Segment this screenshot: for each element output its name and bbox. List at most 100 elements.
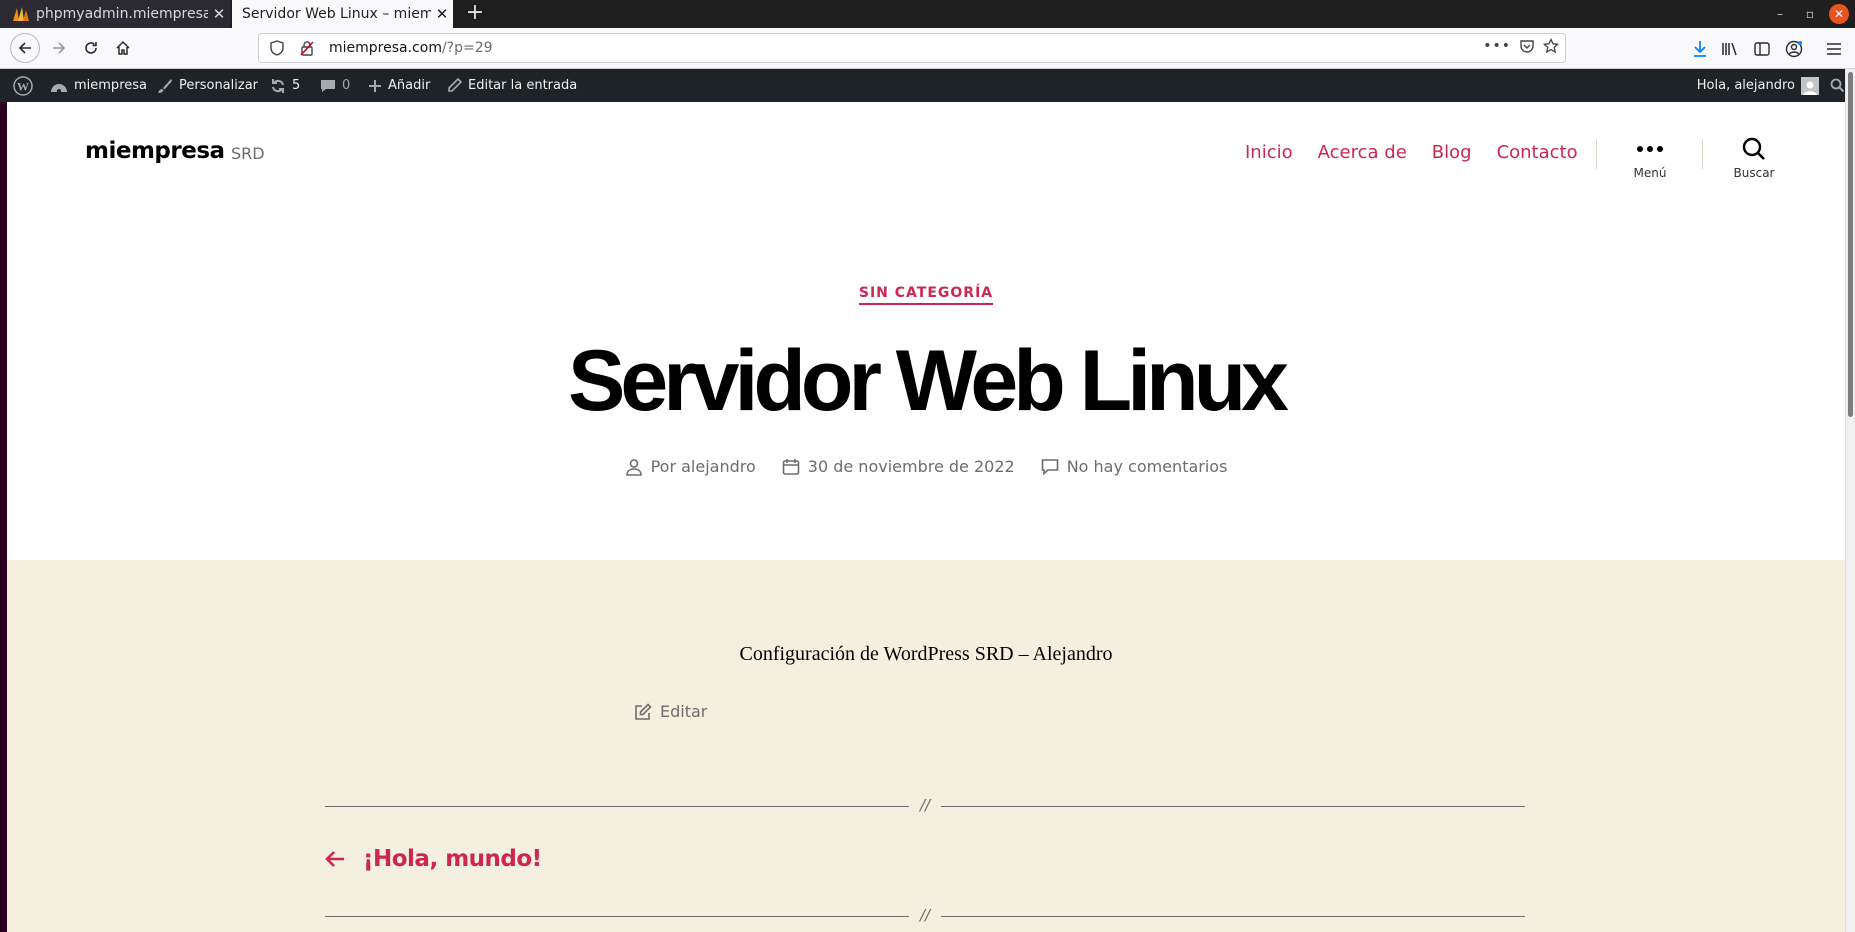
pencil-icon — [448, 78, 462, 92]
comment-bubble-icon — [321, 79, 335, 92]
post-author[interactable]: Por alejandro — [625, 457, 756, 476]
home-button[interactable] — [108, 33, 138, 63]
tab-title: phpmyadmin.miempresa — [36, 6, 208, 22]
scrollbar-thumb[interactable] — [1848, 72, 1853, 417]
page-actions-icon[interactable]: ••• — [1483, 38, 1511, 58]
tab-title: Servidor Web Linux – miempresa — [242, 6, 431, 22]
admin-comments-link[interactable]: 0 — [320, 69, 350, 102]
search-toggle-label: Buscar — [1733, 166, 1775, 180]
comments-text: No hay comentarios — [1066, 457, 1228, 476]
section-divider: // — [325, 796, 1525, 816]
bookmark-star-icon[interactable] — [1542, 37, 1560, 58]
admin-edit-post-link[interactable]: Editar la entrada — [447, 69, 577, 102]
url-host: miempresa.com — [329, 40, 442, 56]
wp-admin-bar: W miempresa Personalizar 5 0 Añadir Edit… — [0, 69, 1855, 102]
url-path: /?p=29 — [441, 40, 493, 56]
divider-line — [325, 916, 909, 917]
edit-label: Editar — [660, 702, 708, 721]
divider-line — [941, 806, 1525, 807]
post-content: Configuración de WordPress SRD – Alejand… — [739, 643, 1113, 665]
desktop-edge — [0, 102, 7, 932]
library-icon[interactable] — [1718, 38, 1742, 60]
header-separator — [1702, 139, 1703, 169]
browser-tab-bar: phpmyadmin.miempresa ✕ Servidor Web Linu… — [0, 0, 1855, 28]
admin-search-icon[interactable] — [1830, 69, 1845, 102]
greeting-text: Hola, alejandro — [1696, 78, 1795, 93]
admin-customize-link[interactable]: Personalizar — [157, 69, 258, 102]
close-window-button[interactable]: ✕ — [1829, 4, 1849, 24]
post-title: Servidor Web Linux — [568, 333, 1289, 429]
downloads-icon[interactable] — [1688, 38, 1712, 60]
dashboard-icon — [51, 83, 67, 93]
author-text: Por alejandro — [650, 457, 756, 476]
admin-updates-link[interactable]: 5 — [270, 69, 300, 102]
site-description: SRD — [231, 144, 265, 163]
close-tab-icon[interactable]: ✕ — [431, 5, 453, 23]
edit-post-link[interactable]: Editar — [634, 702, 707, 721]
post-comments[interactable]: No hay comentarios — [1041, 457, 1228, 476]
phpmyadmin-icon — [12, 5, 30, 23]
edit-icon — [635, 702, 652, 720]
reload-button[interactable] — [76, 33, 106, 63]
divider-slash: // — [919, 796, 931, 814]
url-text: miempresa.com/?p=29 — [329, 40, 493, 56]
divider-line — [941, 916, 1525, 917]
admin-site-name: miempresa — [74, 78, 147, 93]
add-new-label: Añadir — [388, 78, 431, 93]
divider-slash: // — [919, 906, 931, 924]
nav-item-contacto[interactable]: Contacto — [1497, 142, 1578, 163]
shield-icon[interactable] — [265, 40, 289, 56]
wordpress-logo-icon[interactable]: W — [13, 69, 33, 102]
search-toggle-button[interactable]: Buscar — [1719, 137, 1789, 180]
user-icon — [625, 458, 642, 476]
comments-count: 0 — [342, 78, 351, 93]
new-tab-button[interactable]: + — [462, 0, 488, 28]
admin-account-link[interactable]: Hola, alejandro — [1697, 69, 1819, 102]
avatar — [1801, 76, 1819, 95]
tab-servidor-web-linux[interactable]: Servidor Web Linux – miempresa ✕ — [232, 0, 453, 28]
menu-toggle-button[interactable]: Menú — [1615, 138, 1685, 180]
arrow-left-icon — [325, 851, 344, 867]
date-text: 30 de noviembre de 2022 — [807, 457, 1015, 476]
admin-site-link[interactable]: miempresa — [50, 69, 147, 102]
category-link[interactable]: SIN CATEGORÍA — [858, 285, 994, 305]
updates-icon — [272, 78, 284, 93]
previous-post-link[interactable]: ¡Hola, mundo! — [325, 846, 542, 872]
page-content: miempresa SRD Inicio Acerca de Blog Cont… — [7, 102, 1845, 932]
nav-item-blog[interactable]: Blog — [1432, 142, 1472, 163]
browser-toolbar: miempresa.com/?p=29 ••• — [0, 28, 1855, 69]
search-icon — [1719, 137, 1789, 160]
svg-text:W: W — [17, 79, 29, 93]
menu-toggle-label: Menú — [1633, 166, 1667, 180]
hamburger-menu-icon[interactable] — [1822, 38, 1846, 60]
post-category: SIN CATEGORÍA — [7, 282, 1845, 305]
address-bar[interactable]: miempresa.com/?p=29 ••• — [258, 33, 1566, 63]
admin-add-new-link[interactable]: Añadir — [368, 69, 430, 102]
primary-menu: Inicio Acerca de Blog Contacto — [1245, 142, 1578, 163]
post-meta: Por alejandro 30 de noviembre de 2022 No… — [7, 457, 1845, 476]
comment-icon — [1041, 458, 1058, 475]
nav-item-inicio[interactable]: Inicio — [1245, 142, 1293, 163]
header-separator — [1596, 139, 1597, 169]
maximize-button[interactable]: ▫ — [1795, 0, 1825, 28]
edit-post-label: Editar la entrada — [468, 78, 578, 93]
close-tab-icon[interactable]: ✕ — [208, 5, 230, 23]
section-divider: // — [325, 906, 1525, 926]
insecure-lock-icon[interactable] — [295, 40, 319, 56]
account-icon[interactable] — [1782, 38, 1806, 60]
site-title[interactable]: miempresa — [85, 138, 225, 164]
nav-item-acerca-de[interactable]: Acerca de — [1318, 142, 1407, 163]
back-button[interactable] — [10, 33, 40, 63]
plus-icon — [369, 79, 381, 92]
tab-phpmyadmin[interactable]: phpmyadmin.miempresa ✕ — [0, 0, 230, 28]
sidebar-icon[interactable] — [1750, 38, 1774, 60]
previous-post-title: ¡Hola, mundo! — [363, 846, 542, 872]
customize-label: Personalizar — [179, 78, 259, 93]
brush-icon — [158, 78, 172, 93]
pocket-icon[interactable] — [1519, 38, 1535, 58]
forward-button[interactable] — [44, 33, 74, 63]
minimize-button[interactable]: – — [1765, 0, 1795, 28]
updates-count: 5 — [292, 78, 301, 93]
divider-line — [325, 806, 909, 807]
post-date[interactable]: 30 de noviembre de 2022 — [782, 457, 1015, 476]
